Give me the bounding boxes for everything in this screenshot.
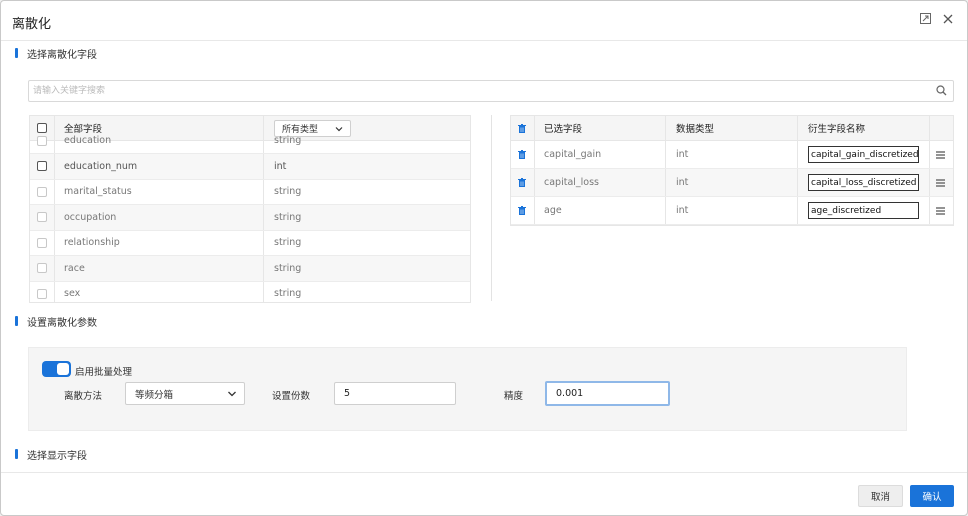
table-row[interactable]: relationship string xyxy=(30,230,470,256)
dialog-footer: 取消 确认 xyxy=(1,472,967,515)
section-select-fields-title: 选择离散化字段 xyxy=(27,49,97,61)
row-checkbox[interactable] xyxy=(37,212,47,223)
field-name: occupation xyxy=(64,211,117,223)
field-type: string xyxy=(274,135,302,147)
precision-label: 精度 xyxy=(504,391,524,402)
field-type: string xyxy=(274,186,302,198)
bins-input[interactable] xyxy=(334,382,456,405)
table-row: capital_gain int xyxy=(511,141,953,169)
batch-toggle-label: 启用批量处理 xyxy=(75,367,133,378)
field-type: int xyxy=(274,160,287,172)
row-checkbox[interactable] xyxy=(37,135,47,146)
table-row: age int xyxy=(511,197,953,225)
table-row[interactable]: sex string xyxy=(30,281,470,302)
derived-name-label: 衍生字段名称 xyxy=(808,124,866,135)
table-row[interactable]: education string xyxy=(30,128,470,154)
derived-name-input[interactable] xyxy=(808,202,919,219)
section-display-fields: 选择显示字段 xyxy=(15,447,87,462)
field-name: race xyxy=(64,262,85,274)
table-row[interactable]: education_num int xyxy=(30,154,470,180)
field-type: string xyxy=(274,288,302,300)
field-name: education_num xyxy=(64,160,138,172)
dialog-header: 离散化 xyxy=(1,1,967,41)
data-type-label: 数据类型 xyxy=(676,124,715,135)
selected-fields-header: 已选字段 数据类型 衍生字段名称 xyxy=(511,116,953,141)
expand-icon[interactable] xyxy=(918,13,932,27)
row-checkbox[interactable] xyxy=(37,263,47,274)
drag-handle-icon[interactable] xyxy=(936,150,945,159)
drag-handle-icon[interactable] xyxy=(936,178,945,187)
section-display-fields-title: 选择显示字段 xyxy=(27,450,87,462)
field-name: sex xyxy=(64,288,81,300)
trash-icon[interactable] xyxy=(518,206,526,215)
field-name: education xyxy=(64,135,112,147)
field-type: string xyxy=(274,237,302,249)
batch-toggle[interactable] xyxy=(42,361,71,377)
table-row[interactable]: occupation string xyxy=(30,205,470,231)
selected-field-type: int xyxy=(676,177,689,188)
selected-fields-label: 已选字段 xyxy=(544,124,583,135)
section-marker xyxy=(15,449,18,459)
section-params-title: 设置离散化参数 xyxy=(27,317,97,329)
selected-field-type: int xyxy=(676,149,689,160)
field-type: string xyxy=(274,211,302,223)
close-icon[interactable] xyxy=(941,13,955,27)
discretize-dialog: 离散化 选择离散化字段 全部字段 所有类型 educationstringedu… xyxy=(0,0,968,516)
cancel-button[interactable]: 取消 xyxy=(858,485,903,507)
field-name: relationship xyxy=(64,237,120,249)
selected-field-name: capital_gain xyxy=(544,149,602,160)
method-value: 等频分箱 xyxy=(135,389,174,401)
search-input[interactable] xyxy=(29,81,929,101)
trash-all-icon[interactable] xyxy=(518,123,526,133)
params-panel: 启用批量处理 离散方法 等频分箱 设置份数 精度 xyxy=(28,347,907,431)
dialog-title: 离散化 xyxy=(12,17,52,32)
table-row[interactable]: marital_status string xyxy=(30,179,470,205)
row-checkbox[interactable] xyxy=(37,288,47,299)
bins-label: 设置份数 xyxy=(272,391,311,402)
drag-handle-icon[interactable] xyxy=(936,206,945,215)
trash-icon[interactable] xyxy=(518,178,526,187)
row-checkbox[interactable] xyxy=(37,186,47,197)
section-select-fields: 选择离散化字段 xyxy=(15,46,97,61)
row-checkbox[interactable] xyxy=(37,161,47,172)
method-select[interactable]: 等频分箱 xyxy=(125,382,245,405)
field-type: string xyxy=(274,262,302,274)
derived-name-input[interactable] xyxy=(808,146,919,163)
field-name: marital_status xyxy=(64,186,132,198)
table-row: capital_loss int xyxy=(511,169,953,197)
chevron-down-icon xyxy=(228,391,236,397)
selected-fields-table: 已选字段 数据类型 衍生字段名称 capital_gain int capital_… xyxy=(510,115,954,226)
trash-icon[interactable] xyxy=(518,150,526,159)
row-checkbox[interactable] xyxy=(37,237,47,248)
method-label: 离散方法 xyxy=(64,391,103,402)
confirm-button[interactable]: 确认 xyxy=(910,485,954,507)
table-row[interactable]: race string xyxy=(30,256,470,282)
selected-field-type: int xyxy=(676,205,689,216)
derived-name-input[interactable] xyxy=(808,174,919,191)
section-marker xyxy=(15,316,18,326)
search-box xyxy=(28,80,954,102)
section-marker xyxy=(15,48,18,58)
selected-field-name: capital_loss xyxy=(544,177,600,188)
precision-input[interactable] xyxy=(545,381,670,406)
section-params: 设置离散化参数 xyxy=(15,314,97,329)
selected-field-name: age xyxy=(544,205,562,216)
toggle-knob xyxy=(57,363,69,375)
panel-divider xyxy=(491,115,492,301)
all-fields-table: 全部字段 所有类型 education string education_num in… xyxy=(29,115,471,303)
search-icon[interactable] xyxy=(936,85,947,96)
